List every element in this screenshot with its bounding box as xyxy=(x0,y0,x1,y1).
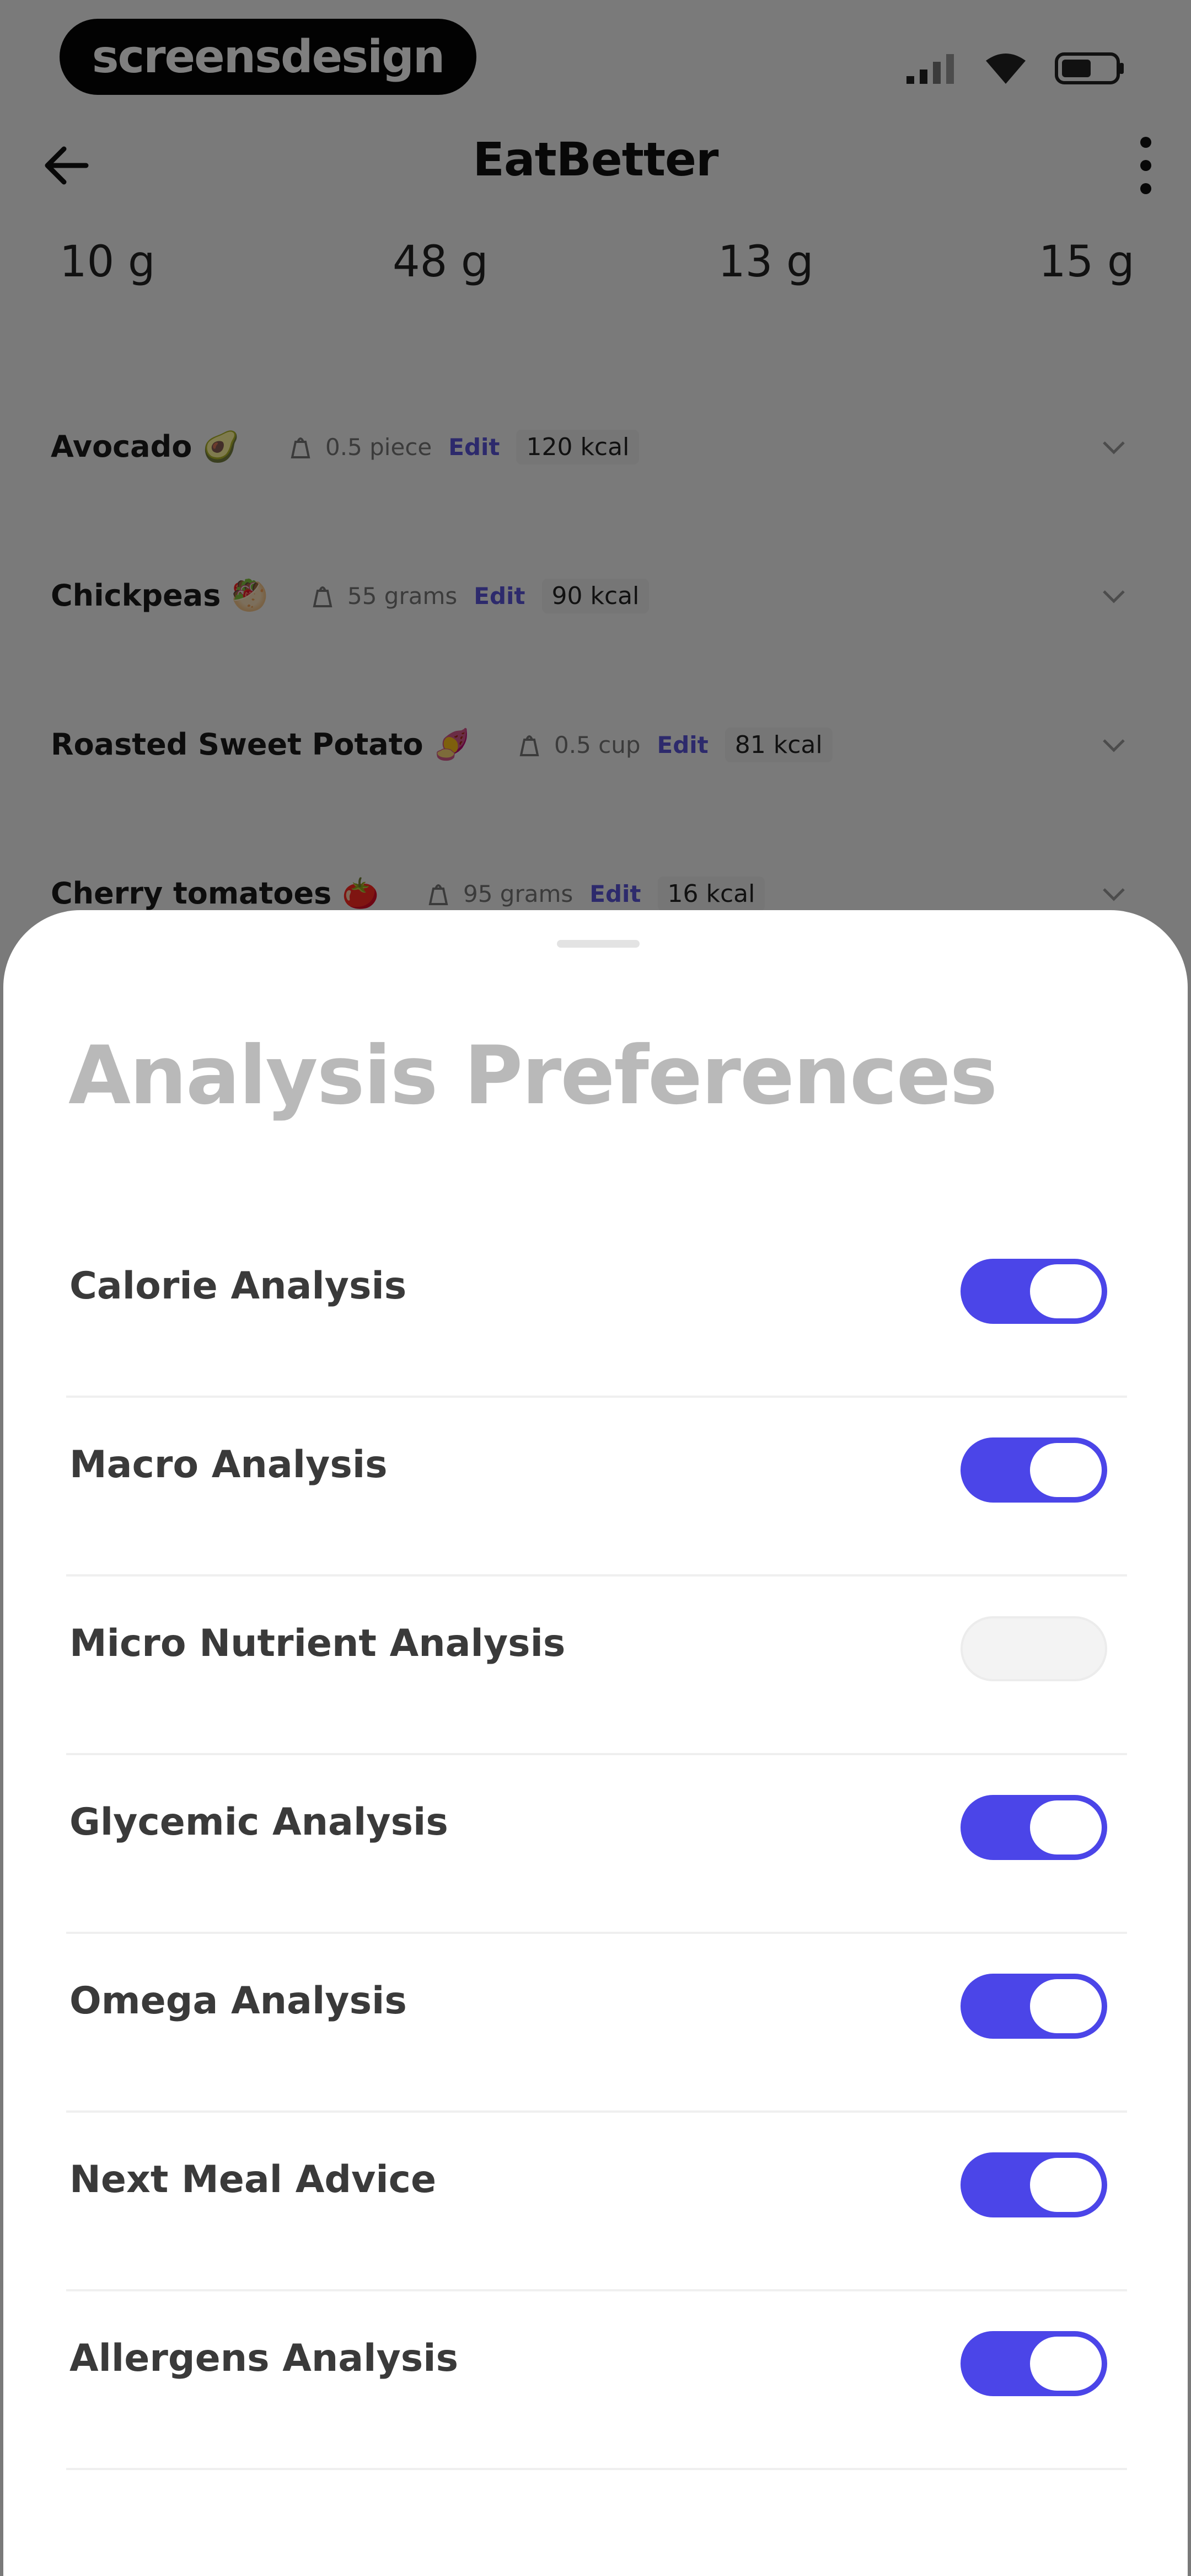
pref-row-calorie-analysis: Calorie Analysis xyxy=(66,1219,1127,1398)
omega-analysis-toggle[interactable] xyxy=(961,1974,1107,2039)
analysis-preferences-sheet: Analysis Preferences Calorie Analysis Ma… xyxy=(3,910,1188,2576)
allergens-analysis-toggle[interactable] xyxy=(961,2331,1107,2396)
toggle-knob xyxy=(1030,1264,1102,1318)
pref-row-next-meal-advice: Next Meal Advice xyxy=(66,2113,1127,2291)
pref-row-glycemic-analysis: Glycemic Analysis xyxy=(66,1755,1127,1934)
pref-row-omega-analysis: Omega Analysis xyxy=(66,1934,1127,2113)
pref-row-micro-nutrient-analysis: Micro Nutrient Analysis xyxy=(66,1576,1127,1755)
pref-label: Macro Analysis xyxy=(69,1443,388,1487)
toggle-knob xyxy=(1030,1800,1102,1854)
toggle-knob xyxy=(1030,2158,1102,2212)
macro-analysis-toggle[interactable] xyxy=(961,1437,1107,1503)
micro-nutrient-analysis-toggle[interactable] xyxy=(961,1616,1107,1681)
app-screen: screensdesign EatBetter xyxy=(0,0,1191,2576)
pref-label: Next Meal Advice xyxy=(69,2158,437,2201)
sheet-title: Analysis Preferences xyxy=(68,1029,997,1123)
pref-label: Glycemic Analysis xyxy=(69,1800,448,1844)
calorie-analysis-toggle[interactable] xyxy=(961,1259,1107,1324)
toggle-knob xyxy=(1030,1443,1102,1497)
pref-row-allergens-analysis: Allergens Analysis xyxy=(66,2291,1127,2470)
toggle-knob xyxy=(1030,2337,1102,2391)
pref-row-macro-analysis: Macro Analysis xyxy=(66,1398,1127,1576)
pref-label: Omega Analysis xyxy=(69,1979,407,2023)
next-meal-advice-toggle[interactable] xyxy=(961,2152,1107,2217)
pref-label: Calorie Analysis xyxy=(69,1264,407,1308)
pref-label: Allergens Analysis xyxy=(69,2337,459,2380)
pref-label: Micro Nutrient Analysis xyxy=(69,1622,566,1665)
toggle-knob xyxy=(1030,1979,1102,2033)
drag-handle[interactable] xyxy=(557,940,640,948)
glycemic-analysis-toggle[interactable] xyxy=(961,1795,1107,1860)
